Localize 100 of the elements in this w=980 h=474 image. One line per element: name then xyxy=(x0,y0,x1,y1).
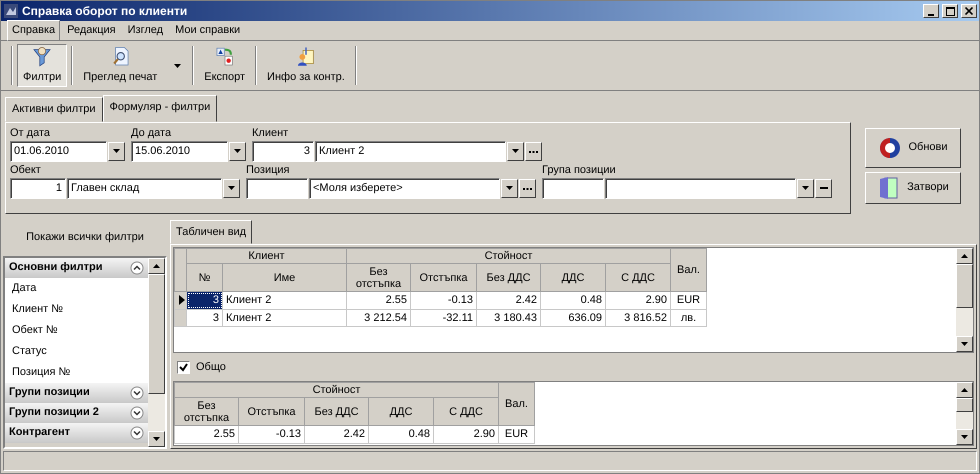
tab[interactable]: Активни филтри xyxy=(5,97,102,122)
menu-item[interactable]: Справка xyxy=(7,20,60,41)
date-field[interactable]: 01.06.2010 xyxy=(10,140,107,162)
column-header: Без ДДС xyxy=(304,398,368,426)
tab[interactable]: Табличен вид xyxy=(170,220,252,244)
code-field[interactable] xyxy=(246,178,308,198)
browse-button[interactable] xyxy=(525,142,542,160)
maximize-icon xyxy=(946,6,954,16)
table-cell: Клиент 2 xyxy=(222,309,346,326)
caret-icon xyxy=(112,147,121,155)
table-cell: EUR xyxy=(670,292,706,309)
show-all-filters-link[interactable]: Покажи всички филтри xyxy=(3,220,167,256)
code-field[interactable]: 1 xyxy=(10,178,66,198)
tab[interactable]: Формуляр - филтри xyxy=(102,95,218,122)
caret-icon xyxy=(511,147,520,155)
filter-item[interactable]: Дата xyxy=(5,278,148,298)
toolbar-button[interactable]: Инфо за контр. xyxy=(261,44,351,87)
table-cell: 3 xyxy=(186,292,222,309)
table-cell: 0.48 xyxy=(540,292,606,309)
column-header: Без ДДС xyxy=(476,264,540,292)
table-cell: 3 xyxy=(186,309,222,326)
column-header: Стойност xyxy=(174,382,498,398)
code-field[interactable] xyxy=(542,178,604,198)
caret-icon xyxy=(173,62,182,70)
column-header: С ДДС xyxy=(434,398,498,426)
column-header: Без отстъпка xyxy=(346,264,410,292)
dropdown-button[interactable] xyxy=(223,178,240,198)
column-header: Стойност xyxy=(346,248,670,264)
table-cell: 3 212.54 xyxy=(346,309,410,326)
filter-item[interactable]: Обект № xyxy=(5,320,148,340)
table-cell: EUR xyxy=(498,426,534,443)
table-cell: 2.55 xyxy=(346,292,410,309)
table-cell: 636.09 xyxy=(540,309,606,326)
group-header[interactable]: Контрагент xyxy=(5,422,148,442)
field-label: Позиция xyxy=(246,162,290,178)
close-icon xyxy=(965,7,973,15)
chevron-up-icon xyxy=(130,260,144,274)
table-cell: лв. xyxy=(670,309,706,326)
table-cell: 2.90 xyxy=(606,292,670,309)
filter-item[interactable]: Позиция № xyxy=(5,362,148,382)
dropdown-button[interactable] xyxy=(797,178,814,198)
scroll-up-icon xyxy=(960,386,969,394)
chevron-down-icon xyxy=(130,426,144,440)
name-field[interactable]: Клиент 2 xyxy=(315,140,506,162)
browse-button[interactable] xyxy=(519,178,536,198)
check-icon xyxy=(179,362,188,372)
dropdown-button[interactable] xyxy=(501,178,518,198)
field-label: Клиент xyxy=(252,126,290,140)
scroll-up-icon xyxy=(960,252,969,260)
scrollbar[interactable] xyxy=(956,248,973,352)
toolbar-button[interactable]: Преглед печат xyxy=(77,44,164,87)
menu-item[interactable]: Изглед xyxy=(122,20,168,41)
chevron-down-icon xyxy=(130,386,144,400)
scroll-down-icon xyxy=(960,340,969,348)
action-button[interactable]: Обнови xyxy=(865,128,961,168)
checkbox-label: Общо xyxy=(196,360,226,375)
field-label: Обект xyxy=(10,162,42,178)
scroll-down-icon xyxy=(152,435,161,443)
scrollbar[interactable] xyxy=(956,382,973,445)
filter-item[interactable]: Клиент № xyxy=(5,298,148,320)
scroll-down-icon xyxy=(960,433,969,441)
name-field[interactable]: <Моля изберете> xyxy=(309,178,500,198)
field-label: До дата xyxy=(131,126,172,140)
menu-item[interactable]: Редакция xyxy=(62,20,121,41)
group-header[interactable]: Основни филтри xyxy=(5,258,148,278)
column-header: Вал. xyxy=(498,382,534,426)
close-button[interactable] xyxy=(961,4,977,18)
dropdown-button[interactable] xyxy=(507,142,524,160)
group-header[interactable]: Групи позиции 2 xyxy=(5,402,148,422)
name-field[interactable] xyxy=(605,178,796,198)
minus-icon xyxy=(820,184,828,192)
caret-icon xyxy=(233,147,242,155)
refresh-icon xyxy=(878,136,902,160)
table-cell: -0.13 xyxy=(410,292,476,309)
table-cell: 2.55 xyxy=(174,426,238,443)
code-field[interactable]: 3 xyxy=(252,140,314,162)
column-header: С ДДС xyxy=(606,264,670,292)
window-title: Справка оборот по клиенти xyxy=(22,3,188,20)
table-cell: -32.11 xyxy=(410,309,476,326)
table-cell: 3 180.43 xyxy=(476,309,540,326)
table-cell: 2.42 xyxy=(304,426,368,443)
group-header[interactable]: Групи позиции xyxy=(5,382,148,402)
date-field[interactable]: 15.06.2010 xyxy=(131,140,228,162)
name-field[interactable]: Главен склад xyxy=(67,178,222,198)
filter-item[interactable]: Статус xyxy=(5,340,148,362)
maximize-button[interactable] xyxy=(942,4,958,18)
checkbox[interactable] xyxy=(177,360,190,374)
scrollbar[interactable] xyxy=(148,258,165,447)
toolbar-button[interactable]: Експорт xyxy=(198,44,252,87)
table-cell: 2.90 xyxy=(434,426,498,443)
chevron-down-icon xyxy=(130,406,144,420)
minimize-button[interactable] xyxy=(923,4,939,18)
clear-button[interactable] xyxy=(815,178,832,198)
menu-item[interactable]: Мои справки xyxy=(170,20,246,41)
toolbar-button[interactable]: Филтри xyxy=(17,44,68,87)
action-button[interactable]: Затвори xyxy=(865,172,961,204)
minimize-icon xyxy=(928,14,934,16)
dropdown-button[interactable] xyxy=(229,142,246,160)
dropdown-button[interactable] xyxy=(108,142,125,160)
column-header: ДДС xyxy=(368,398,434,426)
